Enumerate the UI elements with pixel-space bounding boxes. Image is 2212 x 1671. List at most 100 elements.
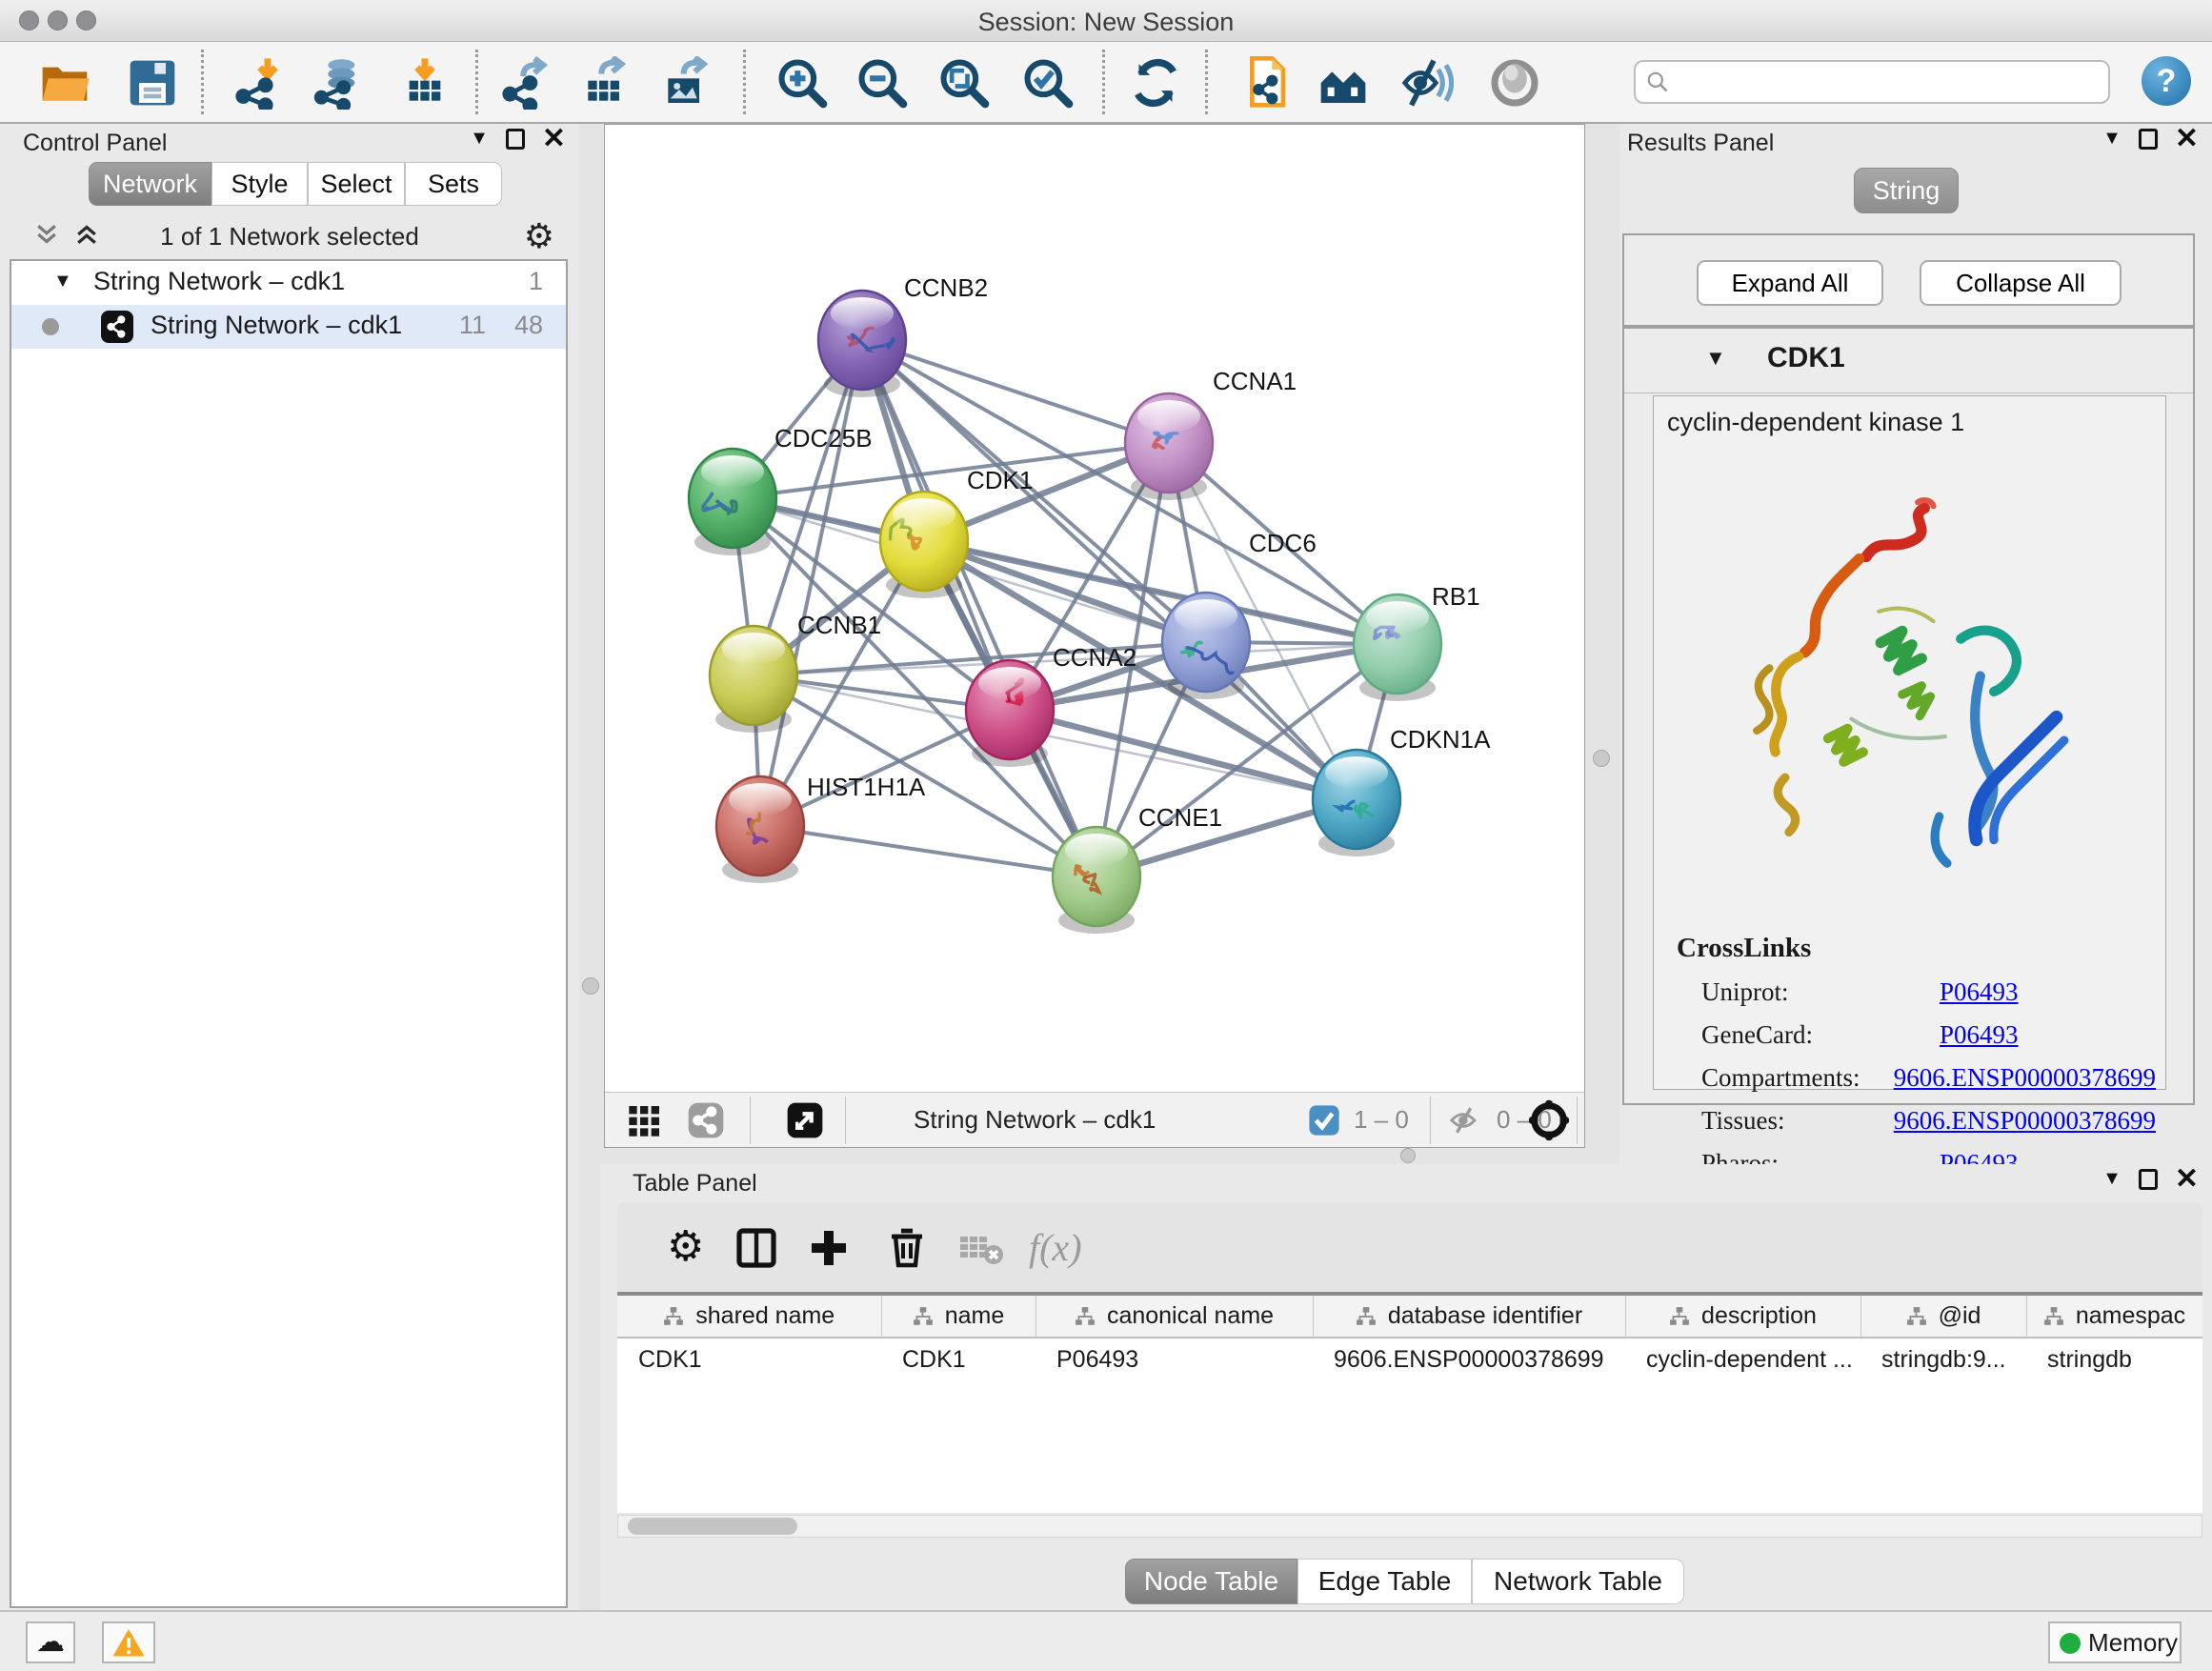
panel-close-icon[interactable]: ✕ bbox=[2175, 129, 2199, 150]
table-settings-gear-icon[interactable]: ⚙ bbox=[667, 1225, 713, 1271]
network-row[interactable]: String Network – cdk1 11 48 bbox=[11, 305, 566, 349]
export-image-icon[interactable] bbox=[659, 56, 713, 110]
hidden-eye-slash-icon[interactable] bbox=[1447, 1104, 1483, 1141]
network-node[interactable]: CCNE1 bbox=[1053, 803, 1222, 934]
zoom-selected-icon[interactable] bbox=[1021, 56, 1075, 110]
column-header[interactable]: shared name bbox=[617, 1296, 881, 1338]
node-table[interactable]: shared namenamecanonical namedatabase id… bbox=[617, 1292, 2202, 1513]
network-view[interactable]: CCNB2CCNA1CDC25BCDK1CDC6RB1CCNB1CCNA2CDK… bbox=[604, 124, 1585, 1148]
table-cell[interactable]: 9606.ENSP00000378699 bbox=[1313, 1338, 1625, 1381]
tab-string[interactable]: String bbox=[1854, 168, 1959, 213]
network-node[interactable]: HIST1H1A bbox=[716, 773, 926, 883]
column-header[interactable]: canonical name bbox=[1036, 1296, 1313, 1338]
houses-icon[interactable] bbox=[1317, 56, 1370, 110]
delete-column-trash-icon[interactable] bbox=[884, 1225, 930, 1271]
delete-table-icon[interactable] bbox=[958, 1225, 1004, 1271]
table-cell[interactable]: cyclin-dependent ... bbox=[1625, 1338, 1860, 1381]
panel-menu-icon[interactable]: ▼ bbox=[2102, 1168, 2122, 1190]
import-network-from-file-icon[interactable] bbox=[234, 56, 288, 110]
panel-menu-icon[interactable]: ▼ bbox=[470, 128, 489, 150]
tab-select[interactable]: Select bbox=[308, 162, 405, 206]
table-row[interactable]: CDK1CDK1P064939606.ENSP00000378699cyclin… bbox=[617, 1338, 2202, 1381]
right-splitter[interactable] bbox=[1585, 124, 1619, 1164]
splitter-handle-icon[interactable] bbox=[1593, 750, 1610, 767]
network-edge[interactable] bbox=[862, 340, 1398, 644]
crosslink-link[interactable]: P06493 bbox=[1940, 977, 2019, 1007]
expand-all-button[interactable]: Expand All bbox=[1697, 260, 1883, 306]
cloud-icon[interactable]: ☁ bbox=[26, 1621, 75, 1663]
panel-close-icon[interactable]: ✕ bbox=[2175, 1169, 2199, 1190]
toolbar-separator bbox=[1205, 50, 1208, 114]
zoom-out-icon[interactable] bbox=[855, 56, 909, 110]
splitter-handle-icon[interactable] bbox=[1400, 1148, 1416, 1163]
search-field[interactable] bbox=[1634, 60, 2110, 104]
crosslink-link[interactable]: 9606.ENSP00000378699 bbox=[1894, 1106, 2156, 1136]
table-cell[interactable]: CDK1 bbox=[881, 1338, 1036, 1381]
crosslink-link[interactable]: 9606.ENSP00000378699 bbox=[1894, 1063, 2156, 1093]
open-session-icon[interactable] bbox=[38, 56, 91, 110]
column-header[interactable]: description bbox=[1625, 1296, 1860, 1338]
column-header[interactable]: namespac bbox=[2026, 1296, 2202, 1338]
network-document-icon[interactable] bbox=[1237, 56, 1290, 110]
refresh-icon[interactable] bbox=[1129, 56, 1182, 110]
gear-icon[interactable]: ⚙ bbox=[524, 216, 554, 256]
collapse-all-button[interactable]: Collapse All bbox=[1920, 260, 2122, 306]
zoom-in-icon[interactable] bbox=[775, 56, 829, 110]
network-graph[interactable]: CCNB2CCNA1CDC25BCDK1CDC6RB1CCNB1CCNA2CDK… bbox=[605, 125, 1584, 1092]
table-cell[interactable]: P06493 bbox=[1036, 1338, 1313, 1381]
birds-eye-view-icon[interactable] bbox=[626, 1101, 664, 1144]
save-session-icon[interactable] bbox=[126, 56, 179, 110]
network-edge[interactable] bbox=[1010, 710, 1357, 799]
column-tree-icon bbox=[2043, 1306, 2064, 1327]
memory-button[interactable]: Memory bbox=[2048, 1621, 2182, 1663]
export-table-icon[interactable] bbox=[579, 56, 633, 110]
tab-node-table[interactable]: Node Table bbox=[1125, 1559, 1297, 1604]
tab-sets[interactable]: Sets bbox=[405, 162, 502, 206]
crosshair-icon[interactable] bbox=[1527, 1098, 1571, 1147]
tab-network-table[interactable]: Network Table bbox=[1472, 1559, 1684, 1604]
table-tabs: Node Table Edge Table Network Table bbox=[600, 1551, 2212, 1610]
tab-edge-table[interactable]: Edge Table bbox=[1297, 1559, 1472, 1604]
import-network-from-database-icon[interactable] bbox=[312, 56, 366, 110]
collection-collapse-icon[interactable]: ▼ bbox=[53, 271, 72, 292]
tab-style[interactable]: Style bbox=[211, 162, 308, 206]
string-badge-icon[interactable] bbox=[687, 1101, 725, 1144]
scrollbar-thumb[interactable] bbox=[628, 1518, 797, 1535]
selected-checkbox-icon[interactable] bbox=[1308, 1104, 1340, 1141]
show-columns-icon[interactable] bbox=[734, 1225, 779, 1271]
network-node[interactable]: RB1 bbox=[1354, 582, 1480, 701]
network-edge[interactable] bbox=[760, 826, 1096, 876]
crosslink-link[interactable]: P06493 bbox=[1940, 1020, 2019, 1050]
column-header[interactable]: name bbox=[881, 1296, 1036, 1338]
network-node[interactable]: CDKN1A bbox=[1313, 725, 1491, 856]
splitter-handle-icon[interactable] bbox=[582, 977, 599, 995]
export-view-icon[interactable] bbox=[786, 1101, 824, 1144]
help-icon[interactable]: ? bbox=[2142, 56, 2191, 106]
panel-float-icon[interactable] bbox=[2139, 1169, 2158, 1190]
panel-float-icon[interactable] bbox=[2139, 129, 2158, 150]
network-node[interactable]: CDK1 bbox=[880, 466, 1033, 598]
zoom-fit-icon[interactable] bbox=[937, 56, 991, 110]
table-cell[interactable]: stringdb bbox=[2026, 1338, 2202, 1381]
table-hscrollbar[interactable] bbox=[617, 1515, 2202, 1538]
import-table-from-file-icon[interactable] bbox=[398, 56, 452, 110]
column-header[interactable]: @id bbox=[1860, 1296, 2026, 1338]
glass-ball-toggle-icon[interactable] bbox=[1488, 56, 1541, 110]
function-builder-icon[interactable]: f(x) bbox=[1029, 1225, 1115, 1271]
enhanced-labels-toggle-icon[interactable] bbox=[1400, 56, 1454, 110]
tab-network[interactable]: Network bbox=[89, 162, 211, 206]
network-collection-row[interactable]: ▼ String Network – cdk1 1 bbox=[11, 261, 566, 305]
export-network-icon[interactable] bbox=[501, 56, 554, 110]
create-column-plus-icon[interactable] bbox=[806, 1225, 852, 1271]
panel-menu-icon[interactable]: ▼ bbox=[2102, 128, 2122, 150]
crosslink-label: Compartments: bbox=[1701, 1063, 1894, 1093]
warning-icon[interactable] bbox=[102, 1621, 155, 1663]
search-input[interactable] bbox=[1678, 64, 2097, 100]
panel-close-icon[interactable]: ✕ bbox=[542, 129, 566, 150]
panel-float-icon[interactable] bbox=[506, 129, 525, 150]
table-cell[interactable]: CDK1 bbox=[617, 1338, 881, 1381]
section-collapse-icon[interactable]: ▼ bbox=[1705, 346, 1726, 371]
status-bar: ☁ Memory bbox=[0, 1610, 2212, 1671]
table-cell[interactable]: stringdb:9... bbox=[1860, 1338, 2026, 1381]
column-header[interactable]: database identifier bbox=[1313, 1296, 1625, 1338]
